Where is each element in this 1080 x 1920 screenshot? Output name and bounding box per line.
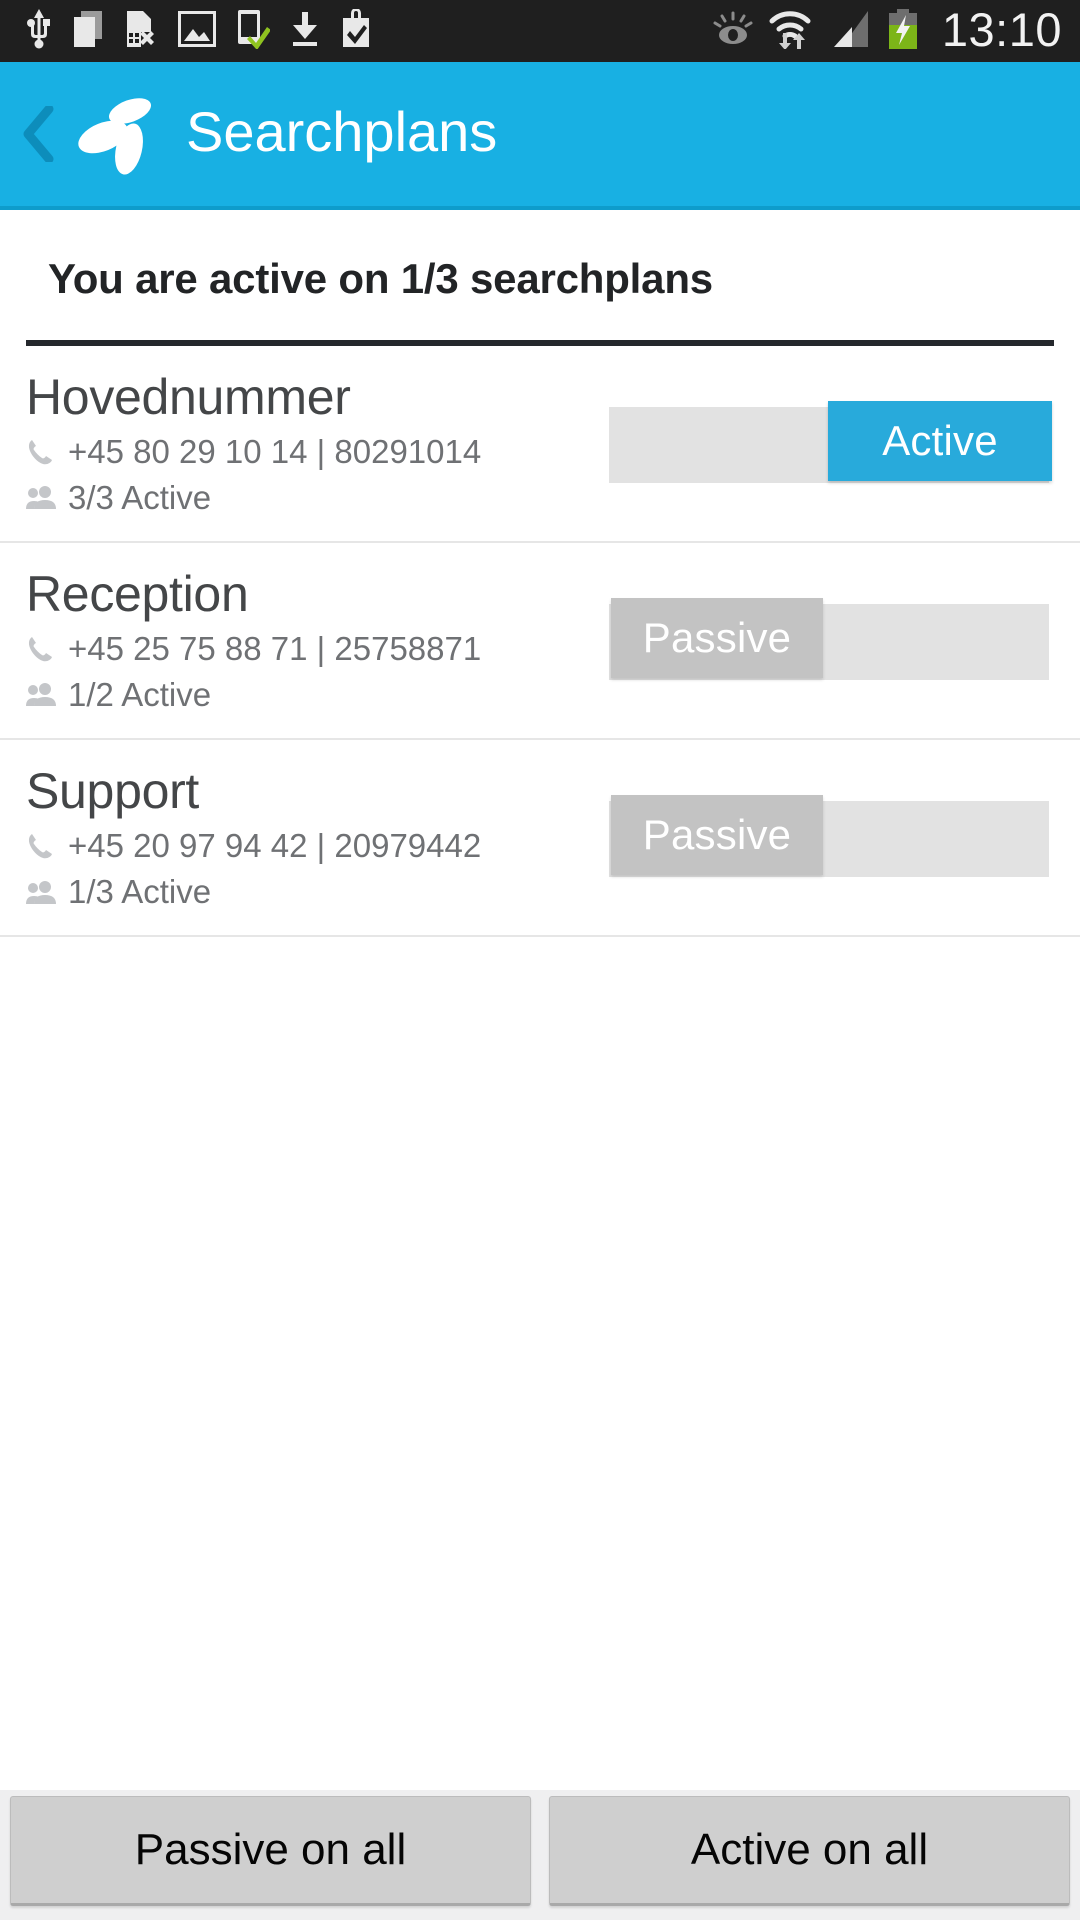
searchplan-toggle-area: Active xyxy=(600,400,1080,483)
download-icon xyxy=(290,10,320,53)
shopping-bag-check-icon xyxy=(340,7,372,54)
searchplan-info: Reception +45 25 75 88 71 | 25758871 1/2… xyxy=(0,567,600,716)
toggle-thumb[interactable]: Passive xyxy=(611,794,823,875)
searchplan-members-line: 1/3 Active xyxy=(26,870,600,914)
searchplan-state-toggle[interactable]: Active xyxy=(609,400,1052,483)
phone-icon xyxy=(26,438,68,466)
searchplan-state-toggle[interactable]: Passive xyxy=(609,597,1049,680)
searchplan-members: 3/3 Active xyxy=(68,478,212,516)
active-on-all-button[interactable]: Active on all xyxy=(549,1796,1070,1906)
battery-charging-icon xyxy=(886,8,920,54)
image-icon xyxy=(177,9,217,52)
active-summary-text: You are active on 1/3 searchplans xyxy=(48,255,713,302)
searchplan-toggle-area: Passive xyxy=(600,597,1080,680)
smart-stay-eye-icon xyxy=(712,10,754,53)
subtitle-container: You are active on 1/3 searchplans xyxy=(0,214,1080,344)
usb-icon xyxy=(26,8,52,54)
status-bar-system-icons: 13:10 xyxy=(712,6,1062,57)
sim-card-error-icon xyxy=(124,9,158,54)
searchplan-name: Support xyxy=(26,763,200,820)
wifi-transfer-icon xyxy=(768,9,812,54)
phone-sync-complete-icon xyxy=(236,9,271,54)
chevron-left-icon xyxy=(23,106,54,162)
back-button[interactable] xyxy=(10,106,68,162)
phone-icon xyxy=(26,832,68,860)
people-group-icon xyxy=(26,681,68,707)
searchplan-phone-line: +45 25 75 88 71 | 25758871 xyxy=(26,627,600,671)
searchplan-members: 1/3 Active xyxy=(68,872,212,910)
searchplan-phone: +45 80 29 10 14 | 80291014 xyxy=(68,433,482,470)
page-title: Searchplans xyxy=(186,100,498,163)
table-row[interactable]: Support +45 20 97 94 42 | 20979442 1/3 A… xyxy=(0,740,1080,938)
passive-on-all-button[interactable]: Passive on all xyxy=(10,1796,531,1906)
toggle-thumb[interactable]: Active xyxy=(828,400,1052,481)
app-header: Searchplans xyxy=(0,62,1080,210)
searchplan-phone: +45 20 97 94 42 | 20979442 xyxy=(68,827,482,865)
searchplan-info: Support +45 20 97 94 42 | 20979442 1/3 A… xyxy=(0,764,600,913)
people-group-icon xyxy=(26,484,68,510)
bottom-action-bar: Passive on all Active on all xyxy=(0,1790,1080,1920)
toggle-thumb[interactable]: Passive xyxy=(611,597,823,678)
telenor-propeller-logo xyxy=(72,91,160,177)
table-row[interactable]: Reception +45 25 75 88 71 | 25758871 1/2… xyxy=(0,543,1080,741)
searchplan-members-line: 1/2 Active xyxy=(26,673,600,717)
copy-documents-icon xyxy=(72,9,104,54)
searchplan-name: Reception xyxy=(26,566,249,623)
searchplan-state-toggle[interactable]: Passive xyxy=(609,794,1049,877)
status-bar-clock: 13:10 xyxy=(941,2,1062,56)
table-row[interactable]: Hovednummer +45 80 29 10 14 | 80291014 3… xyxy=(0,346,1080,544)
searchplan-name: Hovednummer xyxy=(26,369,351,425)
searchplan-list: Hovednummer +45 80 29 10 14 | 80291014 3… xyxy=(0,346,1080,938)
searchplan-info: Hovednummer +45 80 29 10 14 | 80291014 3… xyxy=(0,370,600,519)
people-group-icon xyxy=(26,879,68,905)
cellular-signal-icon xyxy=(826,9,872,54)
searchplan-phone-line: +45 80 29 10 14 | 80291014 xyxy=(26,430,600,474)
searchplan-toggle-area: Passive xyxy=(600,794,1080,877)
searchplan-members: 1/2 Active xyxy=(68,675,212,713)
searchplan-phone: +45 25 75 88 71 | 25758871 xyxy=(68,630,482,668)
searchplan-phone-line: +45 20 97 94 42 | 20979442 xyxy=(26,824,600,868)
phone-icon xyxy=(26,635,68,663)
status-bar: 13:10 xyxy=(0,0,1080,62)
searchplan-members-line: 3/3 Active xyxy=(26,476,600,520)
status-bar-notification-icons xyxy=(26,7,372,54)
